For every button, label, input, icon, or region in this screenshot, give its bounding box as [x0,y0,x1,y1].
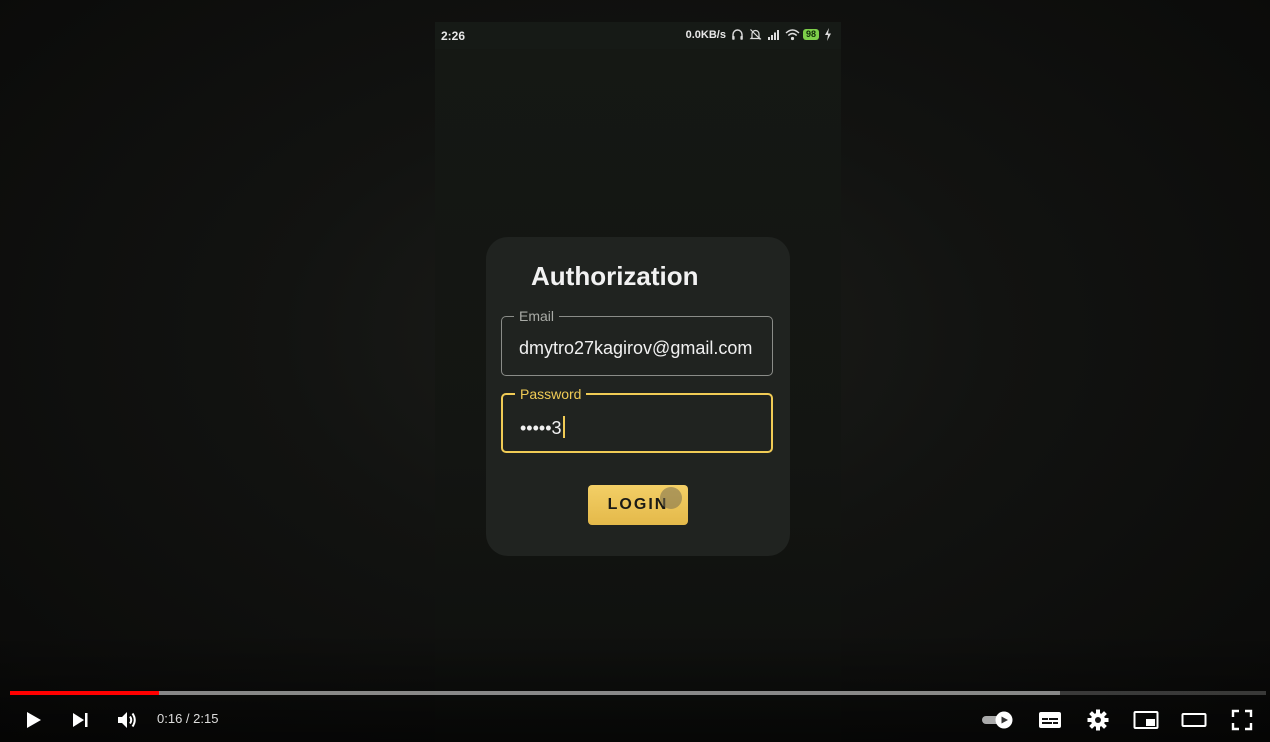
password-label: Password [515,386,587,402]
miniplayer-icon [1133,710,1159,730]
charging-icon [824,28,837,41]
progress-bar[interactable] [10,691,1266,695]
progress-played [10,691,159,695]
play-button[interactable] [17,704,49,736]
authorization-card: Authorization Email dmytro27kagirov@gmai… [486,237,790,556]
login-button[interactable]: LOGIN [588,485,688,525]
miniplayer-button[interactable] [1130,704,1162,736]
password-value-wrap: •••••3 [520,416,565,439]
subtitles-button[interactable] [1034,704,1066,736]
status-icons: 0.0KB/s 98 [686,28,837,41]
gear-icon [1087,709,1109,731]
email-value: dmytro27kagirov@gmail.com [519,338,753,358]
settings-button[interactable] [1082,704,1114,736]
fullscreen-icon [1231,709,1253,731]
fullscreen-button[interactable] [1226,704,1258,736]
battery-icon: 98 [802,29,819,40]
play-icon [23,710,43,730]
volume-icon [116,710,138,730]
autoplay-icon [981,710,1015,730]
time-display: 0:16 / 2:15 [157,711,219,726]
next-button[interactable] [64,704,96,736]
email-field[interactable]: Email dmytro27kagirov@gmail.com [501,308,773,376]
progress-buffered [10,691,1061,695]
theater-icon [1181,710,1207,730]
skip-next-icon [70,710,90,730]
network-speed: 0.0KB/s [685,28,726,41]
video-player[interactable]: 2:26 0.0KB/s 98 Authorization Email dmyt… [0,0,1270,742]
headphones-icon [731,28,744,41]
text-caret [562,416,565,438]
password-field[interactable]: Password •••••3 [501,386,773,453]
email-label: Email [514,308,560,324]
autoplay-toggle[interactable] [982,704,1014,736]
alarm-off-icon [749,28,762,41]
password-value: •••••3 [520,418,562,438]
mute-button[interactable] [111,704,143,736]
signal-icon [767,28,780,41]
theater-mode-button[interactable] [1178,704,1210,736]
wifi-icon [785,28,800,41]
status-bar: 2:26 0.0KB/s 98 [435,22,841,49]
status-time: 2:26 [441,29,466,43]
subtitles-icon [1038,710,1062,730]
touch-indicator [660,487,682,509]
card-title: Authorization [531,261,699,291]
